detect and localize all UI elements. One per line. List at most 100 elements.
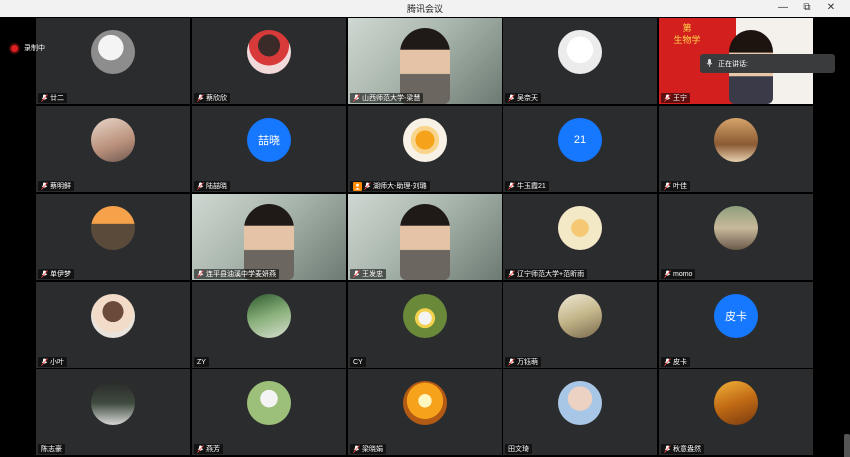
- participant-tile[interactable]: momo: [659, 194, 813, 280]
- participant-tile[interactable]: ZY: [192, 282, 346, 368]
- participant-tile[interactable]: 皮卡 皮卡: [659, 282, 813, 368]
- video-feed: [348, 18, 502, 104]
- participant-tile[interactable]: 万钰萌: [503, 282, 657, 368]
- avatar: [247, 381, 291, 425]
- participant-tile[interactable]: CY: [348, 282, 502, 368]
- mic-muted-icon: [197, 270, 204, 278]
- participant-name: 辽宁师范大学+范昕雨: [517, 271, 585, 278]
- name-tag: ZY: [194, 357, 209, 367]
- speaking-indicator: 正在讲话:: [700, 54, 835, 73]
- mic-muted-icon: [508, 94, 515, 102]
- participant-tile[interactable]: 辽宁师范大学+范昕雨: [503, 194, 657, 280]
- name-tag: 小叶: [38, 357, 67, 367]
- participant-name: 王发忠: [362, 271, 383, 278]
- participant-name: 连平县油溪中学麦妍燕: [206, 271, 276, 278]
- participant-tile[interactable]: 山西师范大学-梁慧: [348, 18, 502, 104]
- participant-tile[interactable]: 湖师大-助理-刘璐: [348, 106, 502, 192]
- name-tag: CY: [350, 357, 366, 367]
- participant-tile[interactable]: 连平县油溪中学麦妍燕: [192, 194, 346, 280]
- mic-muted-icon: [508, 270, 515, 278]
- name-tag: 廿二: [38, 93, 67, 103]
- name-tag: 湖师大-助理-刘璐: [350, 181, 430, 191]
- name-tag: 田文琦: [505, 444, 532, 454]
- avatar: [558, 30, 602, 74]
- participant-tile[interactable]: 喆晓 陆喆晓: [192, 106, 346, 192]
- participant-name: ZY: [197, 358, 206, 366]
- recording-indicator[interactable]: 录制中: [11, 43, 45, 53]
- participant-name: 陈志豪: [41, 446, 62, 453]
- maximize-button[interactable]: ⧉: [800, 1, 814, 15]
- participant-name: 廿二: [50, 95, 64, 102]
- participant-tile[interactable]: 秋意盎然: [659, 369, 813, 455]
- avatar: [714, 381, 758, 425]
- scrollbar[interactable]: [844, 434, 850, 457]
- avatar: [91, 118, 135, 162]
- participant-tile[interactable]: 单伊梦: [36, 194, 190, 280]
- participant-name: momo: [673, 270, 693, 278]
- mic-muted-icon: [197, 94, 204, 102]
- mic-muted-icon: [664, 182, 671, 190]
- mic-muted-icon: [508, 358, 515, 366]
- participant-name: 湖师大-助理-刘璐: [373, 183, 427, 190]
- participant-tile[interactable]: 田文琦: [503, 369, 657, 455]
- avatar: [403, 381, 447, 425]
- name-tag: 单伊梦: [38, 269, 74, 279]
- minimize-button[interactable]: —: [776, 1, 790, 15]
- speaking-label: 正在讲话:: [718, 60, 748, 68]
- name-tag: 蔡明鲜: [38, 181, 74, 191]
- title-bar: 腾讯会议 — ⧉ ✕: [0, 0, 850, 17]
- avatar: 皮卡: [714, 294, 758, 338]
- video-feed: [192, 194, 346, 280]
- mic-muted-icon: [364, 182, 371, 190]
- meeting-stage: 录制中 正在讲话: 廿二 蔡欣欣 山西师范大学-梁慧 吴奈天第 生物学 王宁 蔡明鲜 喆晓陆…: [0, 17, 850, 457]
- avatar: [714, 206, 758, 250]
- participant-name: 万钰萌: [517, 359, 538, 366]
- avatar: [558, 381, 602, 425]
- name-tag: 连平县油溪中学麦妍燕: [194, 269, 279, 279]
- avatar: [558, 294, 602, 338]
- mic-muted-icon: [41, 94, 48, 102]
- mic-muted-icon: [508, 182, 515, 190]
- participant-name: 秋意盎然: [673, 446, 701, 453]
- mic-muted-icon: [664, 94, 671, 102]
- name-tag: 陈志豪: [38, 444, 65, 454]
- participant-tile[interactable]: 21 牛玉霞21: [503, 106, 657, 192]
- participant-tile[interactable]: 蔡明鲜: [36, 106, 190, 192]
- mic-muted-icon: [353, 94, 360, 102]
- participant-tile[interactable]: 小叶: [36, 282, 190, 368]
- avatar: [403, 118, 447, 162]
- participant-tile[interactable]: 廿二: [36, 18, 190, 104]
- participant-tile[interactable]: 梁晓娟: [348, 369, 502, 455]
- participant-name: 牛玉霞21: [517, 183, 546, 190]
- name-tag: momo: [661, 269, 696, 279]
- participant-name: CY: [353, 358, 363, 366]
- avatar: [91, 206, 135, 250]
- participant-name: 小叶: [50, 359, 64, 366]
- participant-name: 梁晓娟: [362, 446, 383, 453]
- mic-muted-icon: [664, 358, 671, 366]
- participant-name: 陆喆晓: [206, 183, 227, 190]
- close-button[interactable]: ✕: [824, 1, 838, 15]
- participant-name: 吴奈天: [517, 95, 538, 102]
- participant-name: 单伊梦: [50, 271, 71, 278]
- avatar: [91, 294, 135, 338]
- participant-tile[interactable]: 吴奈天: [503, 18, 657, 104]
- name-tag: 辽宁师范大学+范昕雨: [505, 269, 588, 279]
- participant-tile[interactable]: 蔡欣欣: [192, 18, 346, 104]
- participant-tile[interactable]: 叶佳: [659, 106, 813, 192]
- participant-name: 蔡欣欣: [206, 95, 227, 102]
- mic-muted-icon: [41, 270, 48, 278]
- video-feed: [348, 194, 502, 280]
- participant-name: 王宁: [673, 95, 687, 102]
- mic-muted-icon: [41, 182, 48, 190]
- name-tag: 秋意盎然: [661, 444, 704, 454]
- name-tag: 皮卡: [661, 357, 690, 367]
- avatar: [403, 294, 447, 338]
- participant-tile[interactable]: 王发忠: [348, 194, 502, 280]
- assistant-icon: [353, 181, 362, 191]
- participant-tile[interactable]: 燕芳: [192, 369, 346, 455]
- mic-icon: [706, 59, 713, 67]
- avatar: [91, 381, 135, 425]
- participant-tile[interactable]: 陈志豪: [36, 369, 190, 455]
- mic-muted-icon: [664, 445, 671, 453]
